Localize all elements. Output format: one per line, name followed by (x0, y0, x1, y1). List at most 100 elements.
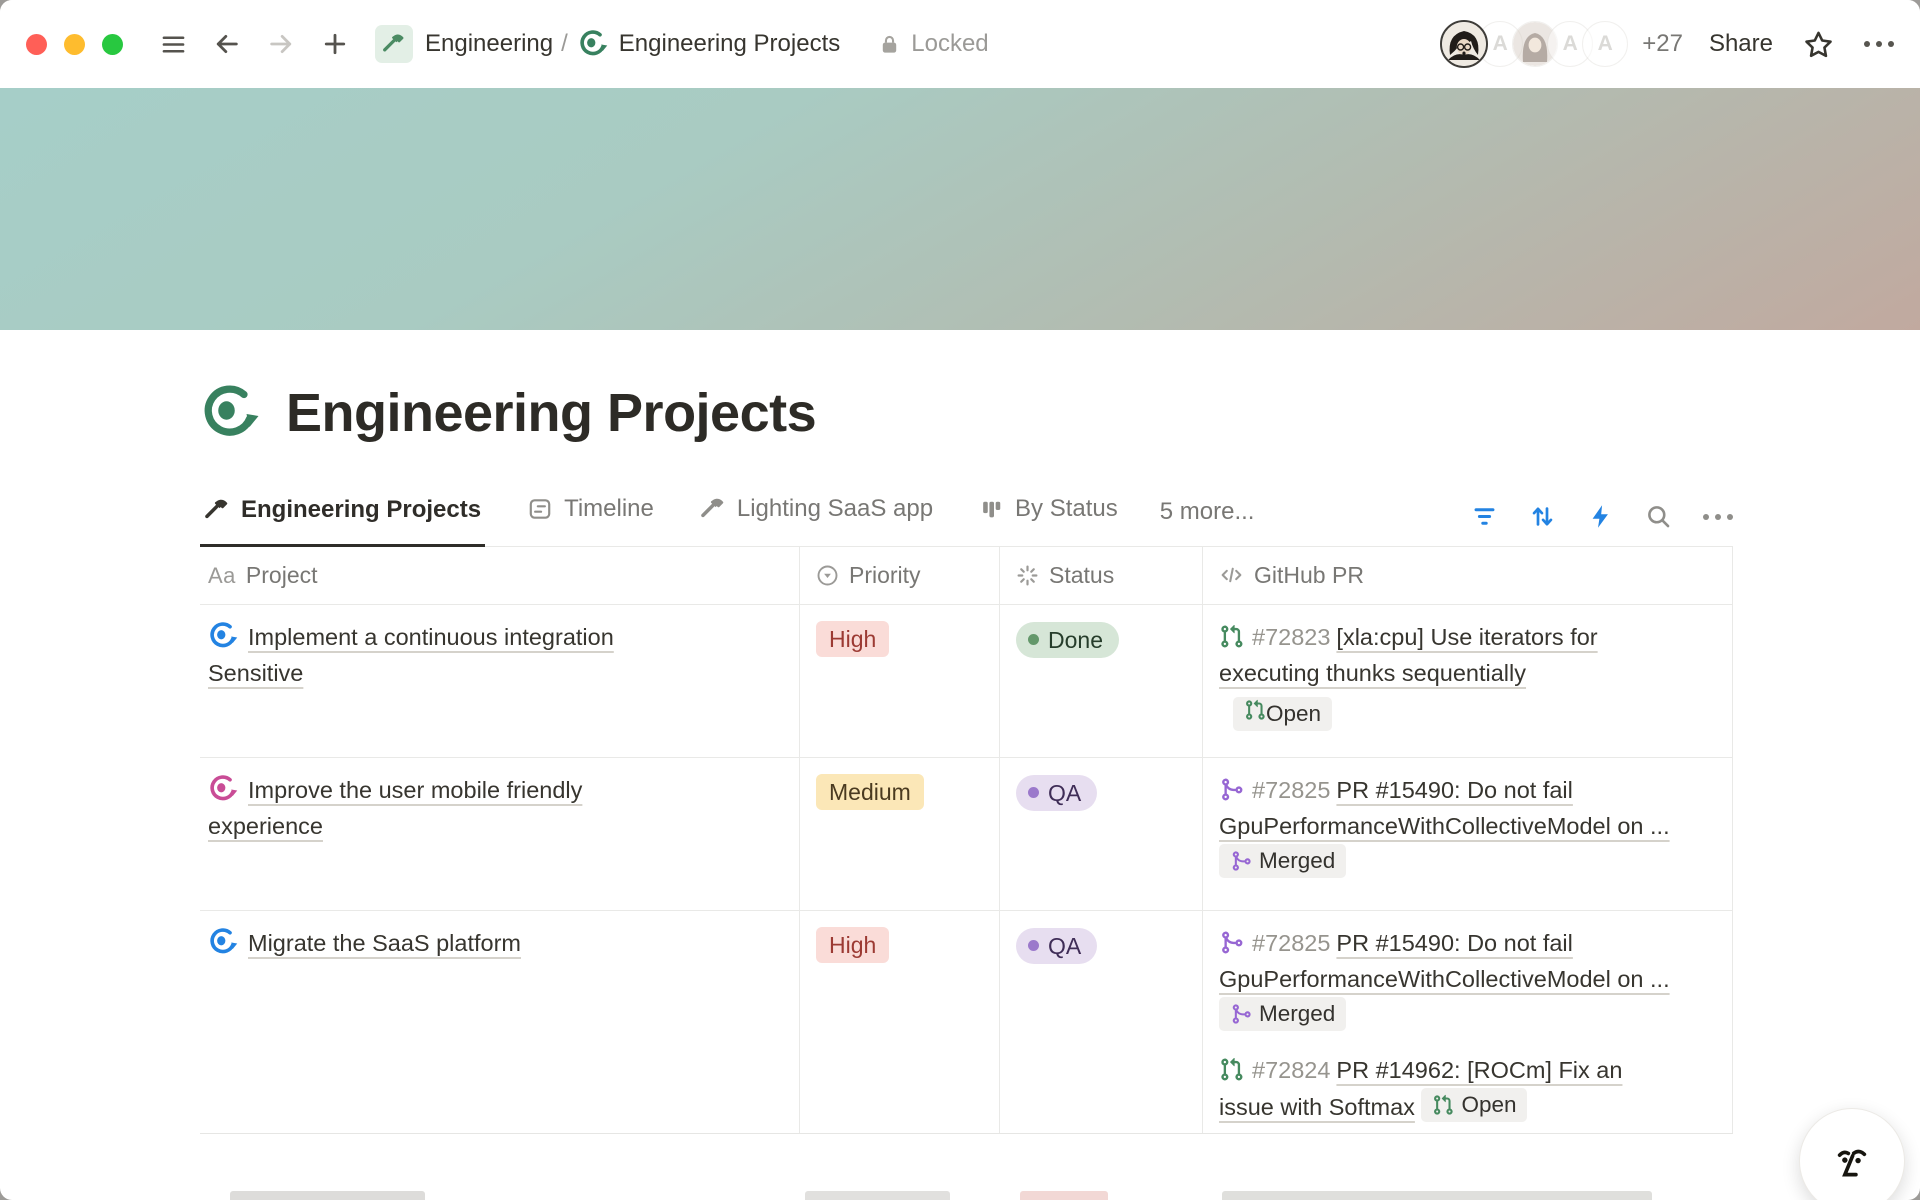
avatar-initial: A (1563, 32, 1578, 56)
pr-status-badge[interactable]: Open (1233, 697, 1332, 731)
priority-cell[interactable]: High (800, 911, 1000, 1134)
share-button[interactable]: Share (1709, 30, 1773, 58)
more-views-button[interactable]: 5 more... (1160, 498, 1255, 546)
git-pull-request-icon (1432, 1094, 1454, 1116)
pr-entry: #72824PR #14962: [ROCm] Fix an issue wit… (1219, 1052, 1672, 1125)
breadcrumb-root-label[interactable]: Engineering (425, 30, 553, 58)
column-header-status[interactable]: Status (1000, 547, 1203, 604)
github-pr-cell[interactable]: #72825PR #15490: Do not fail GpuPerforma… (1203, 758, 1733, 910)
notion-ai-button[interactable] (1799, 1108, 1905, 1200)
page-cover-image[interactable] (0, 88, 1920, 330)
notion-ai-face-icon (1826, 1135, 1878, 1187)
git-pull-request-icon (1219, 624, 1244, 649)
project-title-link[interactable]: Implement a continuous integration Sensi… (208, 624, 614, 686)
page-sync-icon[interactable] (200, 383, 260, 443)
search-icon[interactable] (1645, 503, 1672, 530)
priority-badge[interactable]: High (816, 621, 889, 657)
filter-icon[interactable] (1471, 503, 1498, 530)
avatar[interactable] (1440, 20, 1488, 68)
notion-window: Engineering / Engineering Projects Locke… (0, 0, 1920, 1200)
status-pill[interactable]: QA (1016, 928, 1097, 964)
sidebar-toggle-button[interactable] (153, 24, 193, 64)
page-content: Engineering Projects Engineering Project… (200, 382, 1733, 1134)
back-arrow-icon (213, 30, 241, 58)
collaborator-avatars[interactable]: A A A (1440, 20, 1628, 68)
ellipsis-icon (1864, 41, 1870, 47)
forward-button[interactable] (261, 24, 301, 64)
tab-engineering-projects[interactable]: Engineering Projects (200, 496, 485, 547)
window-top-bar: Engineering / Engineering Projects Locke… (0, 0, 1920, 88)
column-header-project[interactable]: Aa Project (200, 547, 800, 604)
pr-status-label: Open (1461, 1089, 1516, 1121)
new-tab-button[interactable] (315, 24, 355, 64)
lock-icon (878, 33, 901, 56)
project-cell[interactable]: Implement a continuous integration Sensi… (200, 605, 800, 757)
project-title-link[interactable]: Improve the user mobile friendly experie… (208, 777, 582, 839)
table-row: Implement a continuous integration Sensi… (200, 605, 1733, 758)
table-rows: Implement a continuous integration Sensi… (200, 605, 1733, 1134)
priority-cell[interactable]: High (800, 605, 1000, 757)
tab-label: By Status (1015, 495, 1118, 523)
status-cell[interactable]: QA (1000, 911, 1203, 1134)
tab-by-status[interactable]: By Status (975, 495, 1122, 546)
tab-lighting-saas-app[interactable]: Lighting SaaS app (696, 495, 937, 546)
project-title-link[interactable]: Migrate the SaaS platform (248, 930, 521, 956)
column-label: GitHub PR (1254, 562, 1364, 589)
timeline-icon (527, 496, 553, 522)
page-title[interactable]: Engineering Projects (286, 382, 816, 444)
pr-entry: #72823[xla:cpu] Use iterators for execut… (1219, 619, 1672, 731)
avatar[interactable]: A (1582, 21, 1628, 67)
priority-badge[interactable]: Medium (816, 774, 924, 810)
pr-number: #72825 (1252, 930, 1330, 956)
hammer-icon (700, 496, 726, 522)
collaborator-overflow-count[interactable]: +27 (1642, 30, 1683, 58)
avatar-initial: A (1598, 32, 1613, 56)
git-merge-icon (1230, 1003, 1252, 1025)
hamburger-icon (160, 31, 187, 58)
locked-label: Locked (911, 30, 988, 58)
sort-icon[interactable] (1529, 503, 1556, 530)
partial-row-fragment (1222, 1191, 1652, 1200)
column-label: Project (246, 562, 318, 589)
pr-status-badge[interactable]: Merged (1219, 844, 1346, 878)
page-header: Engineering Projects (200, 382, 1733, 444)
status-label: Done (1048, 624, 1103, 656)
pr-status-badge[interactable]: Merged (1219, 997, 1346, 1031)
status-label: QA (1048, 777, 1081, 809)
locked-indicator[interactable]: Locked (878, 30, 988, 58)
sync-icon (208, 621, 238, 651)
breadcrumb-root-button[interactable] (375, 25, 413, 63)
minimize-window-button[interactable] (64, 34, 85, 55)
github-pr-cell[interactable]: #72825PR #15490: Do not fail GpuPerforma… (1203, 911, 1733, 1134)
pr-status-badge[interactable]: Open (1421, 1088, 1527, 1122)
star-icon (1803, 29, 1834, 60)
priority-badge[interactable]: High (816, 927, 889, 963)
window-controls (26, 34, 123, 55)
avatar-initial: A (1493, 32, 1508, 56)
status-pill[interactable]: Done (1016, 622, 1119, 658)
close-window-button[interactable] (26, 34, 47, 55)
tab-timeline[interactable]: Timeline (523, 495, 658, 546)
text-type-icon: Aa (208, 563, 236, 589)
github-pr-cell[interactable]: #72823[xla:cpu] Use iterators for execut… (1203, 605, 1733, 757)
status-cell[interactable]: Done (1000, 605, 1203, 757)
fullscreen-window-button[interactable] (102, 34, 123, 55)
lightning-icon[interactable] (1587, 503, 1614, 530)
more-options-button[interactable] (1864, 41, 1894, 47)
breadcrumb-separator: / (561, 30, 568, 58)
status-dot-icon (1028, 940, 1039, 951)
pr-status-label: Open (1266, 701, 1321, 726)
status-cell[interactable]: QA (1000, 758, 1203, 910)
project-cell[interactable]: Improve the user mobile friendly experie… (200, 758, 800, 910)
favorite-button[interactable] (1803, 29, 1834, 60)
project-cell[interactable]: Migrate the SaaS platform (200, 911, 800, 1134)
status-pill[interactable]: QA (1016, 775, 1097, 811)
topbar-actions: A A A +27 Share (1440, 20, 1894, 68)
column-header-priority[interactable]: Priority (800, 547, 1000, 604)
view-more-options-button[interactable] (1703, 514, 1733, 520)
column-header-github-pr[interactable]: GitHub PR (1203, 547, 1733, 604)
priority-cell[interactable]: Medium (800, 758, 1000, 910)
pr-number: #72825 (1252, 777, 1330, 803)
back-button[interactable] (207, 24, 247, 64)
breadcrumb-current-label[interactable]: Engineering Projects (619, 30, 840, 58)
